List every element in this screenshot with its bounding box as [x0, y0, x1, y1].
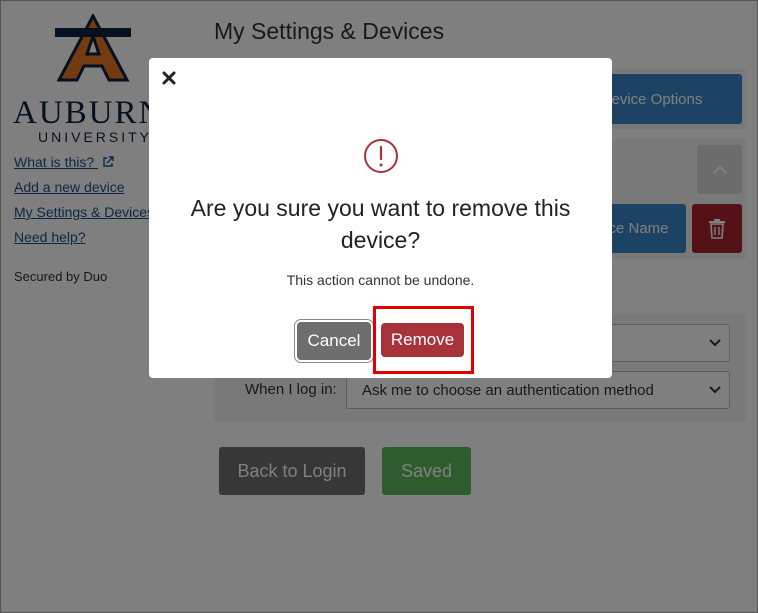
warning-circle-icon — [364, 139, 398, 173]
close-icon[interactable] — [161, 70, 177, 86]
dialog-heading: Are you sure you want to remove this dev… — [190, 195, 571, 253]
settings-page: AUBURN UNIVERSITY What is this? Add a ne… — [0, 0, 758, 613]
cancel-button[interactable]: Cancel — [297, 322, 371, 360]
remove-button-highlight — [373, 306, 474, 374]
dialog-subtext: This action cannot be undone. — [286, 272, 475, 288]
